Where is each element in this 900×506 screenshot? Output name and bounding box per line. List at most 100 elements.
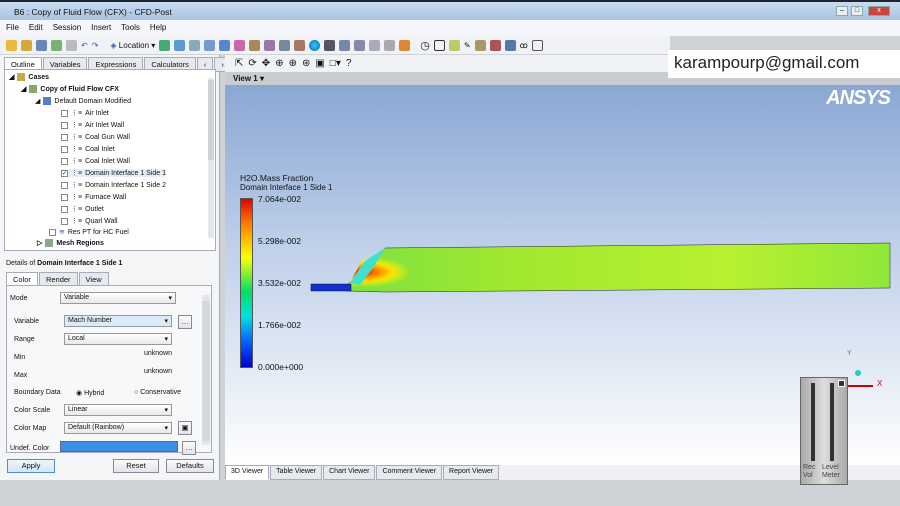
plane-icon[interactable] — [249, 39, 261, 51]
tree-item[interactable]: ⋮≡ Coal Gun Wall — [61, 133, 130, 141]
tab-3d-viewer[interactable]: 3D Viewer — [225, 465, 270, 480]
color-map-edit-button[interactable]: ▣ — [178, 421, 192, 435]
maximize-button[interactable]: □ — [851, 6, 863, 16]
tree-item-case[interactable]: ◢ Copy of Fluid Flow CFX — [21, 85, 119, 93]
redo-icon[interactable]: ↷ — [92, 41, 99, 50]
tab-table-viewer[interactable]: Table Viewer — [270, 465, 323, 480]
tree-item[interactable]: ⋮≡ Coal Inlet — [61, 145, 115, 153]
print-icon[interactable] — [66, 39, 77, 51]
apply-button[interactable]: Apply — [7, 459, 55, 473]
close-mixer-icon[interactable] — [838, 380, 845, 387]
save-icon[interactable] — [36, 39, 47, 51]
details-scrollbar[interactable] — [202, 295, 210, 445]
defaults-button[interactable]: Defaults — [166, 459, 214, 473]
symbol-icon[interactable] — [324, 39, 336, 51]
menu-help[interactable]: Help — [150, 23, 166, 32]
report-icon[interactable] — [489, 39, 501, 51]
minimize-button[interactable]: – — [836, 6, 848, 16]
zoom-icon[interactable]: ⊕ — [275, 58, 283, 69]
checkbox[interactable] — [61, 181, 68, 189]
variable-browse-button[interactable]: … — [178, 315, 192, 329]
sphere-icon[interactable] — [309, 39, 321, 51]
pan-icon[interactable]: ✥ — [262, 58, 270, 69]
tab-comment-viewer[interactable]: Comment Viewer — [376, 465, 443, 480]
new-icon[interactable] — [6, 39, 17, 51]
tree-item-cases[interactable]: ◢ Cases — [9, 73, 49, 81]
undef-color-swatch[interactable] — [60, 441, 178, 452]
open-icon[interactable] — [21, 39, 32, 51]
menu-insert[interactable]: Insert — [91, 23, 111, 32]
chart-icon[interactable] — [369, 39, 381, 51]
checkbox[interactable] — [61, 205, 68, 213]
probe-icon[interactable] — [448, 39, 460, 51]
tree-item[interactable]: ⋮≡ Furnace Wall — [61, 193, 126, 201]
text-icon[interactable] — [384, 39, 396, 51]
tab-chart-viewer[interactable]: Chart Viewer — [323, 465, 376, 480]
streamline-icon[interactable] — [189, 39, 201, 51]
line-icon[interactable] — [264, 39, 276, 51]
rec-vol-slider[interactable] — [811, 383, 815, 461]
close-button[interactable]: x — [868, 6, 890, 16]
3d-viewport[interactable]: ANSYS H2O.Mass Fraction Domain Interface… — [225, 85, 900, 485]
zoom-fit-icon[interactable]: ⊛ — [302, 58, 310, 69]
variable-select[interactable]: Mach Number — [64, 315, 172, 327]
help-cursor-icon[interactable]: ? — [346, 58, 352, 69]
tree-item[interactable]: ⋮≡ Quarl Wall — [61, 217, 118, 225]
rotate-icon[interactable]: ⟳ — [248, 58, 256, 69]
color-map-select[interactable]: Default (Rainbow) — [64, 422, 172, 434]
checkbox[interactable] — [61, 121, 68, 129]
mode-select[interactable]: Variable — [60, 292, 176, 304]
contour-icon[interactable] — [174, 39, 186, 51]
zoom-box-icon[interactable]: ⊕ — [289, 58, 297, 69]
clock-icon[interactable]: ◷ — [420, 39, 430, 52]
checkbox[interactable] — [49, 228, 56, 236]
volume-icon[interactable] — [219, 39, 231, 51]
export-icon[interactable] — [504, 39, 516, 51]
tab-report-viewer[interactable]: Report Viewer — [443, 465, 500, 480]
checkbox[interactable] — [61, 217, 68, 225]
menu-file[interactable]: File — [6, 23, 19, 32]
reset-button[interactable]: Reset — [113, 459, 159, 473]
checkbox[interactable] — [61, 157, 68, 165]
vector-icon[interactable] — [159, 39, 171, 51]
viewport-layout-icon[interactable]: □▾ — [330, 58, 341, 69]
undo-icon[interactable]: ↶ — [81, 41, 88, 50]
checkbox[interactable] — [61, 145, 68, 153]
location-button[interactable]: ◈ Location ▾ — [110, 41, 155, 50]
tree-item-res[interactable]: ≋ Res PT for HC Fuel — [49, 228, 129, 236]
tree-item[interactable]: ⋮≡ Outlet — [61, 205, 104, 213]
tree-item-domain[interactable]: ◢ Default Domain Modified — [35, 97, 131, 105]
tree-item-mesh[interactable]: ▷ Mesh Regions — [37, 239, 104, 247]
tree-item[interactable]: ✓ ⋮≡ Domain Interface 1 Side 1 — [61, 169, 167, 177]
tree-item[interactable]: ⋮≡ Air Inlet — [61, 109, 109, 117]
columns-icon[interactable] — [354, 39, 366, 51]
select-icon[interactable]: ⇱ — [235, 58, 243, 69]
checkbox[interactable] — [61, 109, 68, 117]
checkbox[interactable] — [61, 193, 68, 201]
legend-icon[interactable] — [399, 39, 411, 51]
conservative-radio[interactable]: ○ Conservative — [134, 389, 181, 396]
binoculars-icon[interactable]: ꝏ — [520, 41, 528, 50]
fit-view-icon[interactable]: ▣ — [315, 58, 324, 69]
pen-icon[interactable]: ✎ — [464, 41, 471, 50]
menu-edit[interactable]: Edit — [29, 23, 43, 32]
tree-item[interactable]: ⋮≡ Air Inlet Wall — [61, 121, 124, 129]
table-icon[interactable] — [339, 39, 351, 51]
window-icon[interactable] — [433, 39, 445, 51]
color-scale-select[interactable]: Linear — [64, 404, 172, 416]
undef-color-button[interactable]: … — [182, 441, 196, 455]
surface-icon[interactable] — [294, 39, 306, 51]
menu-tools[interactable]: Tools — [121, 23, 140, 32]
particle-track-icon[interactable] — [204, 39, 216, 51]
refresh-icon[interactable] — [51, 39, 62, 51]
hybrid-radio[interactable]: ◉ Hybrid — [76, 389, 104, 397]
tree-scrollbar[interactable] — [208, 78, 214, 238]
tree-item[interactable]: ⋮≡ Domain Interface 1 Side 2 — [61, 181, 166, 189]
macro-icon[interactable] — [474, 39, 486, 51]
tree-item[interactable]: ⋮≡ Coal Inlet Wall — [61, 157, 130, 165]
command-icon[interactable] — [531, 39, 543, 51]
polyline-icon[interactable] — [279, 39, 291, 51]
checkbox[interactable] — [61, 133, 68, 141]
range-select[interactable]: Local — [64, 333, 172, 345]
menu-session[interactable]: Session — [53, 23, 81, 32]
